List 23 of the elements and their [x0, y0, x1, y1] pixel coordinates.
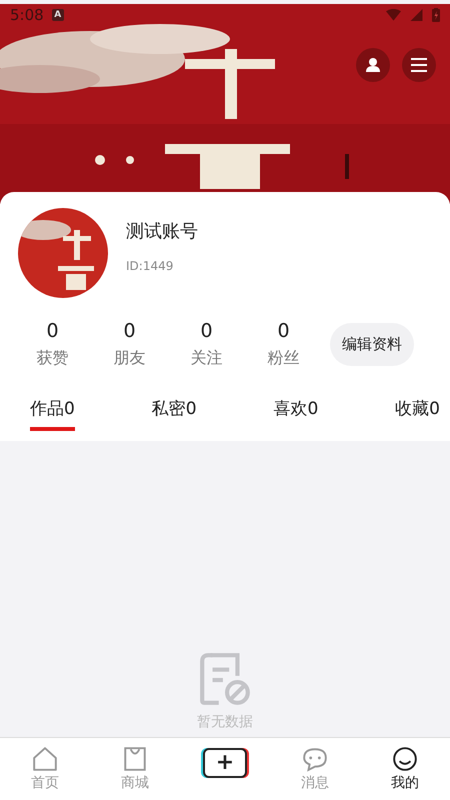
bag-icon [122, 746, 148, 772]
stat-label: 关注 [190, 348, 222, 369]
stat-value: 0 [46, 320, 59, 342]
stat-value: 0 [200, 320, 213, 342]
empty-text: 暂无数据 [197, 713, 253, 731]
tab[interactable]: 喜欢0 [273, 395, 318, 431]
tab[interactable]: 作品0 [30, 395, 75, 431]
chat-bubble-icon [302, 746, 328, 772]
stat-label: 朋友 [114, 348, 146, 369]
tab[interactable]: 收藏0 [395, 395, 440, 431]
nav-item[interactable]: 我的 [360, 738, 450, 800]
smiley-icon [392, 746, 418, 772]
stat-value: 0 [123, 320, 136, 342]
user-id: ID:1449 [126, 259, 174, 273]
stat-label: 粉丝 [268, 348, 300, 369]
stat-label: 获赞 [36, 348, 68, 369]
edit-profile-button[interactable]: 编辑资料 [330, 323, 414, 366]
stat-value: 0 [277, 320, 290, 342]
house-icon [32, 746, 58, 772]
empty-document-icon [198, 651, 252, 707]
user-name: 测试账号 [126, 220, 198, 243]
add-button[interactable]: + [203, 748, 247, 778]
tab[interactable]: 私密0 [152, 395, 197, 431]
